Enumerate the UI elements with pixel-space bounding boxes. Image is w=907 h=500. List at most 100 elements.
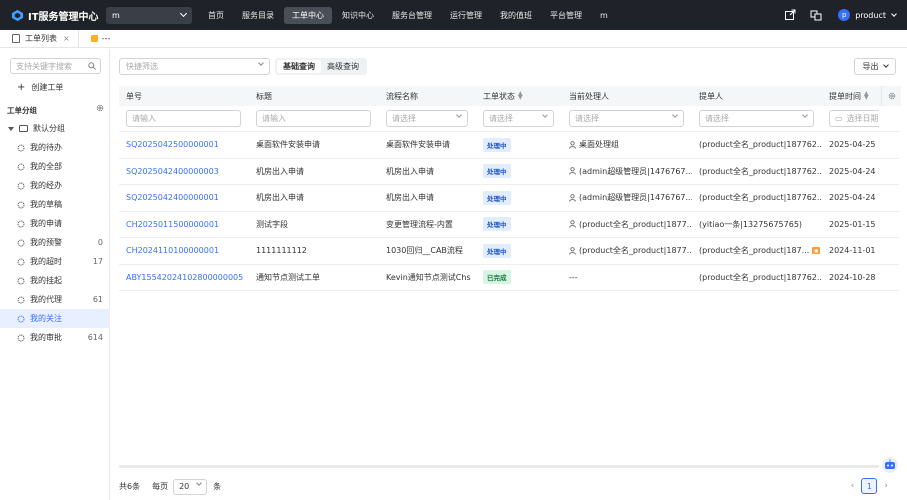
cell-submitter: (product全名_product|187762... xyxy=(699,166,822,176)
sidebar-item-drafts[interactable]: 我的草稿 xyxy=(0,195,110,214)
system-select-value: m xyxy=(112,10,120,20)
page-size-select[interactable]: 20 xyxy=(173,478,208,495)
system-select[interactable]: m xyxy=(106,6,192,24)
handler-name: (product全名_product|1877... xyxy=(579,219,692,229)
flow-filter[interactable]: 请选择 xyxy=(386,110,468,127)
next-page-icon[interactable]: › xyxy=(884,481,888,491)
cell-status: 已完成 xyxy=(476,264,562,290)
cell-title: 机房出入申请 xyxy=(256,193,304,203)
external-link-icon[interactable] xyxy=(784,9,796,21)
sidebar-item-label: 我的申请 xyxy=(30,219,62,228)
tab-label: 工单列表 xyxy=(25,34,57,43)
tab-second[interactable]: --- xyxy=(79,30,119,48)
sidebar-item-all[interactable]: 我的全部 xyxy=(0,157,110,176)
col-submit-time[interactable]: 提单时间 ▲ ▼ xyxy=(822,86,879,106)
search-icon[interactable] xyxy=(88,62,96,70)
col-flow: 流程名称 xyxy=(379,86,476,106)
tree-root-default[interactable]: 默认分组 xyxy=(0,119,110,138)
time-range-filter[interactable]: ▭选择日期时间范围 xyxy=(829,110,879,127)
sidebar-item-overdue[interactable]: 我的超时 17 xyxy=(0,252,110,271)
nav-home[interactable]: 首页 xyxy=(200,7,232,24)
cell-time: 2025-04-24 10:07: xyxy=(829,166,879,176)
quick-filter-select[interactable]: 快捷筛选 xyxy=(119,58,270,75)
brand-logo-icon xyxy=(11,9,24,21)
ticket-no-filter[interactable]: 请输入 xyxy=(126,110,241,127)
prev-page-icon[interactable]: ‹ xyxy=(851,481,855,491)
horizontal-scrollbar[interactable] xyxy=(119,465,879,468)
cell-handler: (admin超级管理员|1476767... xyxy=(562,158,692,184)
table-row[interactable]: CH2025011500000001 测试字段 变更管理流程-内置 处理中 (p… xyxy=(119,211,899,238)
assistant-bot-icon[interactable] xyxy=(881,456,899,474)
table-row[interactable]: SQ2025042400000001 机房出入申请 机房出入申请 处理中 (ad… xyxy=(119,185,899,212)
sidebar-item-handled[interactable]: 我的经办 xyxy=(0,176,110,195)
chevron-down-icon xyxy=(542,112,548,118)
sidebar-search-input[interactable]: 支持关键字搜索 xyxy=(10,58,101,74)
sidebar-item-suspended[interactable]: 我的挂起 xyxy=(0,271,110,290)
nav-my-duty[interactable]: 我的值班 xyxy=(492,7,540,24)
basic-query-button[interactable]: 基础查询 xyxy=(277,60,321,73)
user-icon xyxy=(569,167,576,175)
cell-submitter: (yitiao一条|13275675765) xyxy=(699,219,803,229)
nav-service-desk[interactable]: 服务台管理 xyxy=(384,7,440,24)
caret-down-icon[interactable] xyxy=(8,126,14,131)
submitter-filter[interactable]: 请选择 xyxy=(699,110,814,127)
sidebar-item-label: 我的挂起 xyxy=(30,276,62,285)
create-ticket-button[interactable]: + 创建工单 xyxy=(17,82,63,93)
column-settings-button[interactable] xyxy=(881,86,901,106)
col-title: 标题 xyxy=(249,86,379,106)
col-ticket-no: 单号 xyxy=(119,86,249,106)
status-badge: 处理中 xyxy=(483,137,511,152)
user-name: product xyxy=(855,10,886,20)
cell-flow: 机房出入申请 xyxy=(386,166,434,176)
cell-handler: (product全名_product|1877... xyxy=(562,211,692,237)
handler-filter[interactable]: 请选择 xyxy=(569,110,684,127)
sidebar-item-todo[interactable]: 我的待办 xyxy=(0,138,110,157)
ticket-no-link[interactable]: SQ2025042500000001 xyxy=(119,132,249,158)
advanced-query-button[interactable]: 高级查询 xyxy=(321,60,365,73)
plus-icon: + xyxy=(17,82,26,93)
cell-status: 处理中 xyxy=(476,158,562,184)
calendar-icon: ▭ xyxy=(835,114,843,123)
tab-ticket-list[interactable]: 工单列表 × xyxy=(0,29,79,48)
col-status[interactable]: 工单状态 ▲ ▼ xyxy=(476,86,562,106)
ticket-no-link[interactable]: CH2024110100000001 xyxy=(119,238,249,264)
nav-m[interactable]: m xyxy=(592,8,616,23)
ticket-no-link[interactable]: SQ2025042400000001 xyxy=(119,185,249,211)
sort-icon[interactable]: ▲ ▼ xyxy=(864,91,869,101)
title-filter[interactable]: 请输入 xyxy=(256,110,371,127)
ticket-no-link[interactable]: SQ2025042400000003 xyxy=(119,158,249,184)
sidebar-item-following[interactable]: 我的关注 xyxy=(0,309,110,328)
nav-ticket-center[interactable]: 工单中心 xyxy=(284,6,332,24)
sidebar-item-approvals[interactable]: 我的审批 614 xyxy=(0,328,110,347)
translate-icon[interactable] xyxy=(810,9,822,21)
page-number-current[interactable]: 1 xyxy=(861,478,878,494)
sort-icon[interactable]: ▲ ▼ xyxy=(518,91,523,101)
filter-cell: ▭选择日期时间范围 xyxy=(822,106,879,132)
gear-icon[interactable] xyxy=(96,104,104,112)
table-row[interactable]: ABY15542024102800000005 通知节点测试工单 Kevin通知… xyxy=(119,264,899,291)
group-title: 工单分组 xyxy=(7,106,37,115)
status-filter[interactable]: 请选择 xyxy=(483,110,554,127)
table-row[interactable]: CH2024110100000001 1111111112 1030回归__CA… xyxy=(119,238,899,265)
cell-time: 2024-10-28 10:56: xyxy=(829,272,879,282)
nav-knowledge-center[interactable]: 知识中心 xyxy=(334,7,382,24)
sidebar-item-requests[interactable]: 我的申请 xyxy=(0,214,110,233)
cell-title: 测试字段 xyxy=(256,219,288,229)
brand[interactable]: IT服务管理中心 xyxy=(0,8,104,23)
sidebar-item-warnings[interactable]: 我的预警 0 xyxy=(0,233,110,252)
close-icon[interactable]: × xyxy=(63,34,70,43)
nav-platform[interactable]: 平台管理 xyxy=(542,7,590,24)
ticket-no-link[interactable]: ABY15542024102800000005 xyxy=(119,264,249,290)
user-menu[interactable]: p product xyxy=(838,9,897,21)
external-tag-icon: ■ xyxy=(812,247,821,255)
sidebar-item-proxy[interactable]: 我的代理 61 xyxy=(0,290,110,309)
nav-service-catalog[interactable]: 服务目录 xyxy=(234,7,282,24)
table-row[interactable]: SQ2025042400000003 机房出入申请 机房出入申请 处理中 (ad… xyxy=(119,158,899,185)
ticket-no-link[interactable]: CH2025011500000001 xyxy=(119,211,249,237)
export-button[interactable]: 导出 xyxy=(854,58,896,75)
group-icon xyxy=(17,239,25,247)
main-content: 快捷筛选 基础查询 高级查询 导出 单号 标题 流程名称 工单状态 ▲ ▼ 当前处理… xyxy=(111,49,907,500)
col-submitter: 提单人 xyxy=(692,86,822,106)
table-row[interactable]: SQ2025042500000001 桌面软件安装申请 桌面软件安装申请 处理中… xyxy=(119,132,899,159)
nav-operations[interactable]: 运行管理 xyxy=(442,7,490,24)
